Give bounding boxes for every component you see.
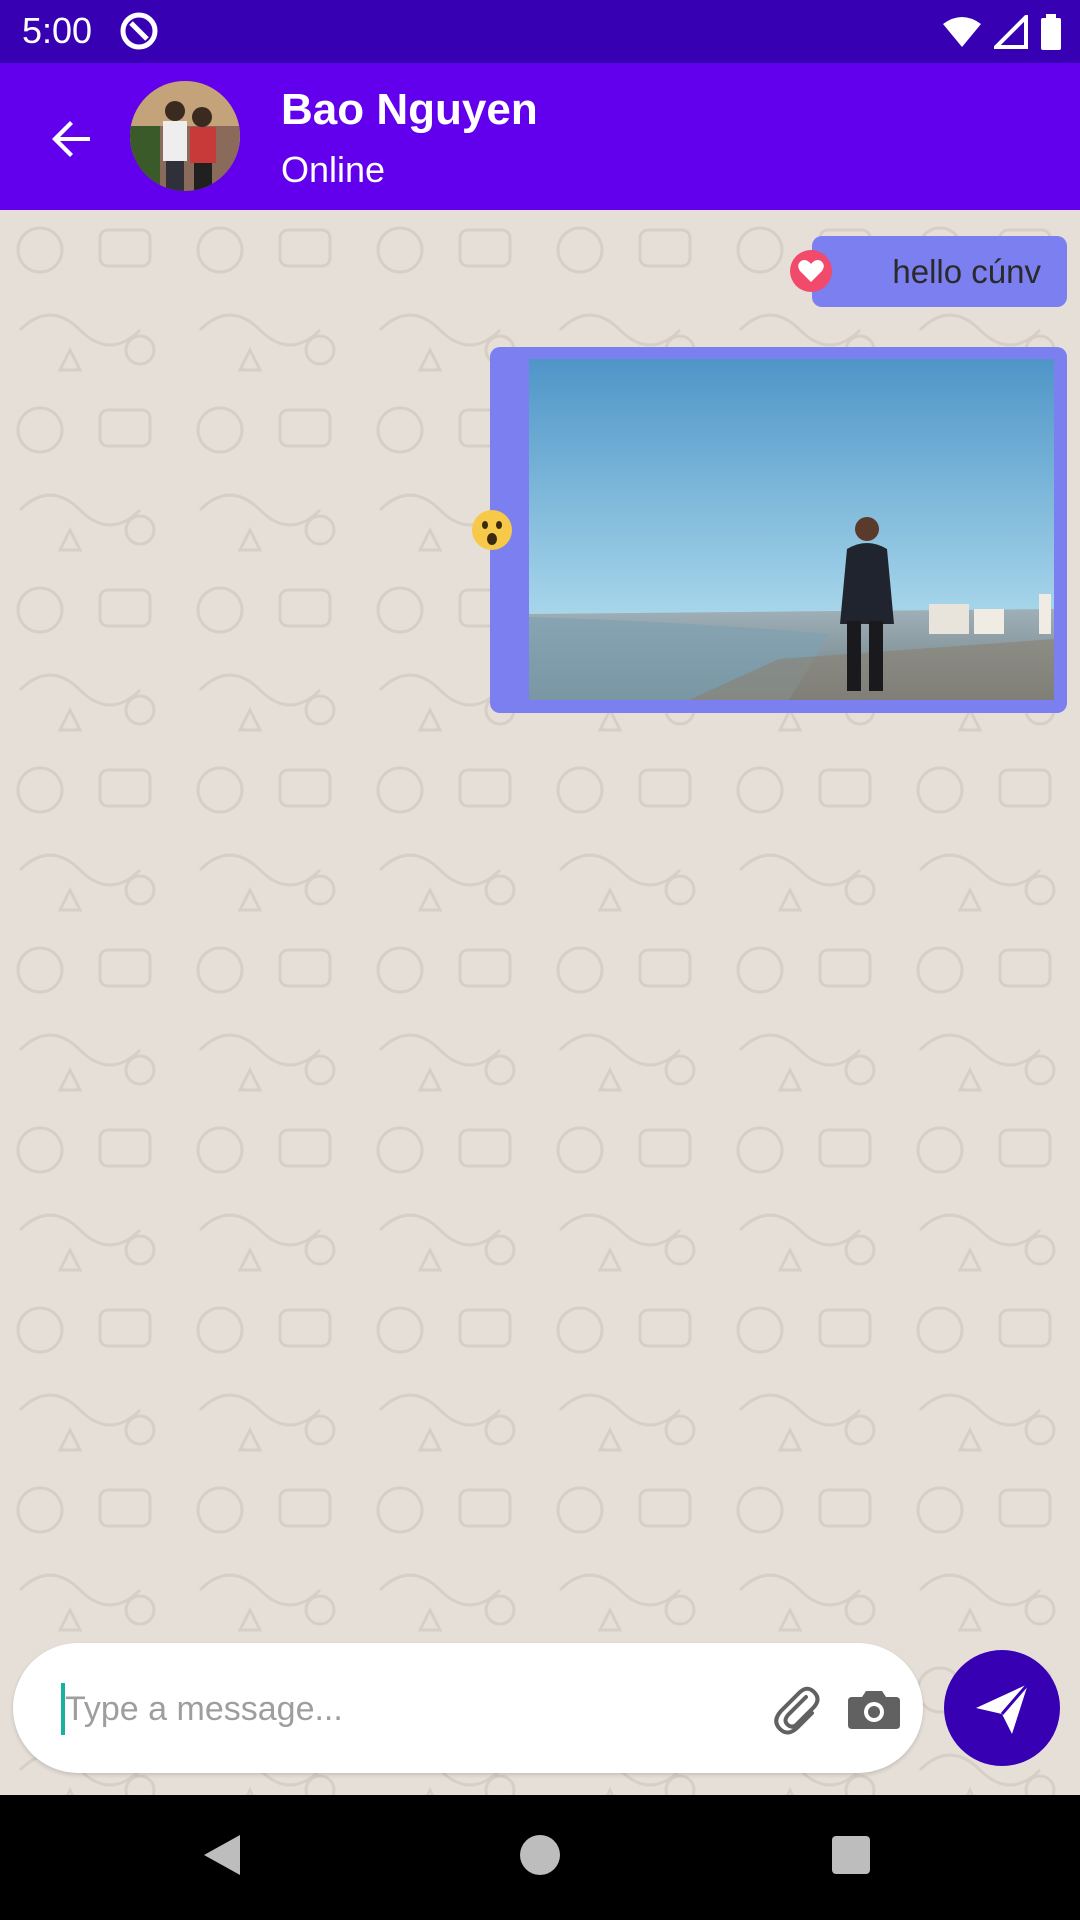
nav-recents-icon[interactable]: [832, 1836, 870, 1874]
app-notification-icon: [120, 12, 158, 50]
contact-name: Bao Nguyen: [281, 85, 538, 134]
heart-reaction-icon[interactable]: [790, 250, 832, 292]
contact-status: Online: [281, 149, 386, 190]
paperclip-icon: [774, 1686, 820, 1735]
message-bubble-text[interactable]: hello cúnv: [812, 236, 1067, 307]
chat-area[interactable]: hello cúnv: [0, 210, 1080, 1795]
app-bar: Bao Nguyen Online: [0, 63, 1080, 210]
avatar-photo: [130, 81, 240, 191]
nav-home-icon[interactable]: [520, 1835, 560, 1875]
message-composer: [13, 1643, 923, 1773]
avatar[interactable]: [130, 81, 240, 191]
wifi-icon: [943, 17, 981, 47]
beach-photo: [529, 359, 1054, 700]
battery-icon: [1041, 14, 1061, 50]
wow-reaction-icon[interactable]: [470, 508, 514, 552]
message-photo[interactable]: [529, 359, 1054, 700]
arrow-back-icon: [52, 121, 90, 157]
message-bubble-image[interactable]: [490, 347, 1067, 713]
camera-button[interactable]: [846, 1681, 902, 1737]
attach-button[interactable]: [768, 1681, 824, 1737]
send-icon: [976, 1683, 1030, 1734]
message-input[interactable]: [63, 1673, 747, 1745]
back-button[interactable]: [36, 103, 108, 175]
cell-signal-icon: [994, 15, 1028, 49]
heart-icon: [798, 260, 824, 282]
status-bar: 5:00: [0, 0, 1080, 63]
camera-icon: [848, 1691, 900, 1729]
nav-back-icon[interactable]: [200, 1831, 244, 1879]
send-button[interactable]: [944, 1650, 1060, 1766]
navigation-bar: [0, 1795, 1080, 1920]
message-text: hello cúnv: [892, 252, 1041, 290]
status-time: 5:00: [22, 10, 93, 51]
